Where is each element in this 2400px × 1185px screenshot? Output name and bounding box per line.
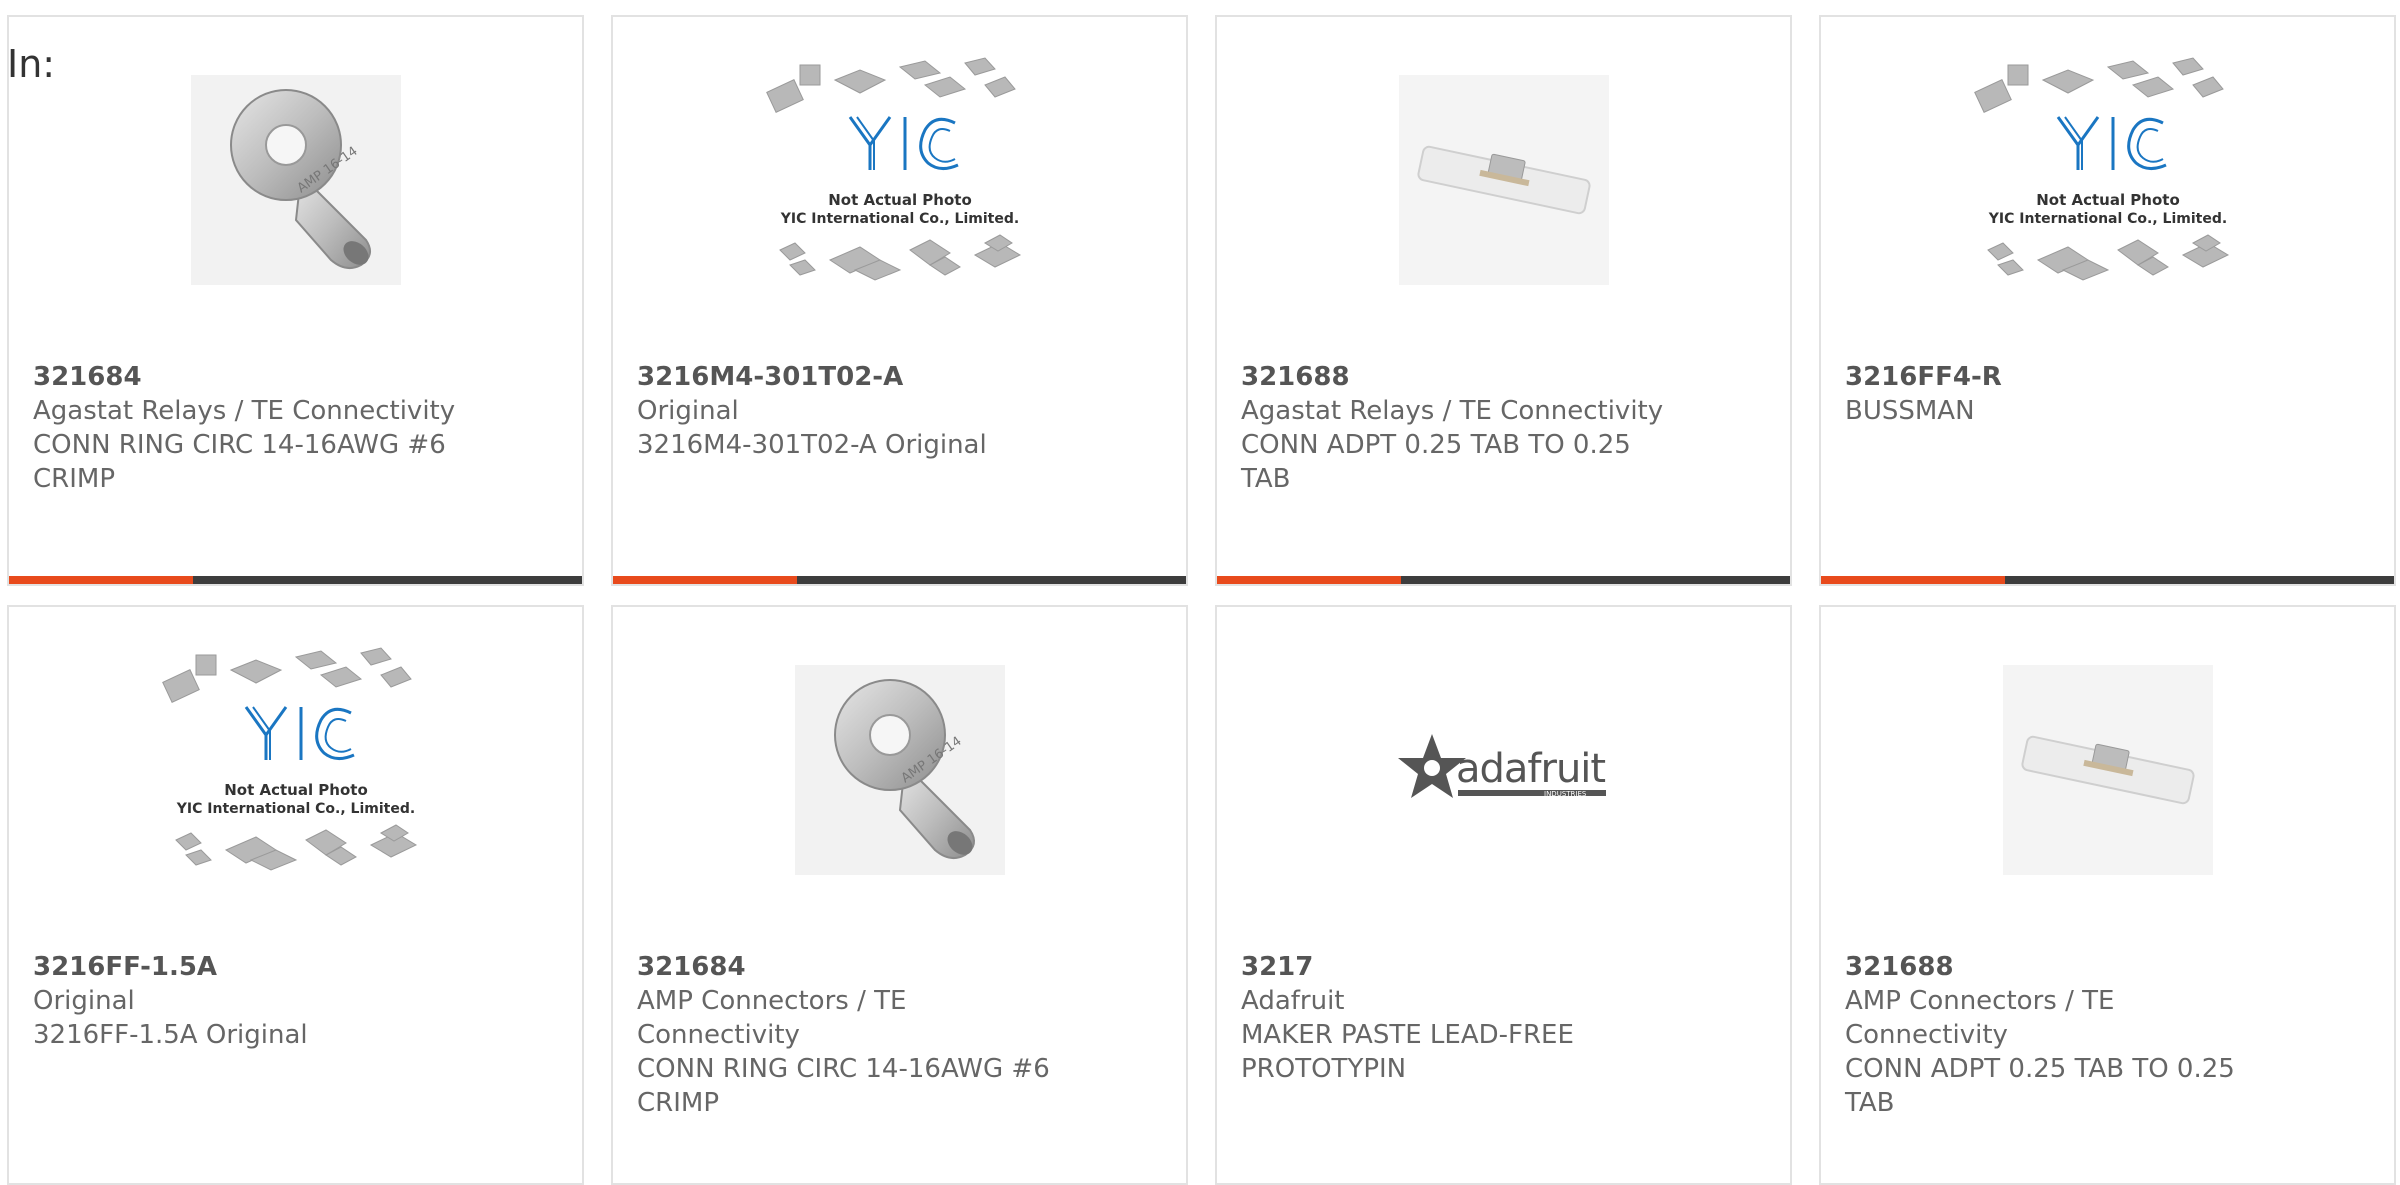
product-info: 3216FF4-R BUSSMAN [1845,360,2285,428]
product-card[interactable]: adafruit INDUSTRIES 3217 Adafruit MAKER PA… [1215,605,1792,1185]
part-number[interactable]: 3216M4-301T02-A [637,360,1077,394]
card-footer-bar [9,576,582,584]
ring-terminal-icon: AMP 16-14 [794,664,1005,875]
product-image[interactable]: Not Actual Photo YIC International Co., … [9,646,582,872]
product-info: 321684 AMP Connectors / TE Connectivity CO… [637,950,1077,1120]
product-info: 321688 Agastat Relays / TE Connectivity CO… [1241,360,1681,496]
placeholder-line2: YIC International Co., Limited. [779,211,1018,227]
part-number[interactable]: 3217 [1241,950,1681,984]
yic-placeholder-icon: Not Actual Photo YIC International Co., … [161,646,417,871]
manufacturer: Adafruit [1241,986,1345,1016]
product-info: 3217 Adafruit MAKER PASTE LEAD-FREE PROTOTY… [1241,950,1681,1086]
description-line: CONN ADPT 0.25 TAB TO 0.25 [1845,1054,2235,1084]
product-image[interactable] [1217,74,1790,285]
tab-adapter-icon [1398,74,1609,285]
description-line: CONN ADPT 0.25 TAB TO 0.25 [1241,430,1631,460]
product-image[interactable]: AMP 16-14 [613,664,1186,875]
product-info: 321688 AMP Connectors / TE Connectivity CO… [1845,950,2285,1120]
description-line: PROTOTYPIN [1241,1054,1407,1084]
description-line: 3216FF-1.5A Original [33,1020,308,1050]
product-image[interactable]: Not Actual Photo YIC International Co., … [613,56,1186,282]
part-number[interactable]: 3216FF4-R [1845,360,2285,394]
card-accent-bar [1217,576,1401,584]
card-accent-bar [613,576,797,584]
manufacturer: AMP Connectors / TE Connectivity [637,986,907,1050]
yic-placeholder-icon: Not Actual Photo YIC International Co., … [765,56,1021,281]
description-line: TAB [1241,464,1291,494]
card-footer-bar [613,576,1186,584]
product-card[interactable]: AMP 16-14 321684 Agastat Relays / TE Conn… [7,15,584,586]
description-line: CRIMP [33,464,115,494]
ring-terminal-icon: AMP 16-14 [190,74,401,285]
product-image[interactable] [1821,664,2394,875]
product-card[interactable]: Not Actual Photo YIC International Co., … [1819,15,2396,586]
product-info: 3216FF-1.5A Original 3216FF-1.5A Original [33,950,473,1052]
brand-text: adafruit [1456,746,1605,792]
part-number[interactable]: 3216FF-1.5A [33,950,473,984]
product-card[interactable]: Not Actual Photo YIC International Co., … [7,605,584,1185]
product-image[interactable]: adafruit INDUSTRIES [1217,667,1790,872]
part-number[interactable]: 321688 [1845,950,2285,984]
product-card[interactable]: AMP 16-14 321684 AMP Connectors / TE Conn… [611,605,1188,1185]
placeholder-line1: Not Actual Photo [2036,191,2180,209]
manufacturer: BUSSMAN [1845,396,1975,426]
manufacturer: Agastat Relays / TE Connectivity [33,396,456,426]
description-line: TAB [1845,1088,1895,1118]
product-info: 321684 Agastat Relays / TE Connectivity CO… [33,360,473,496]
adafruit-logo-icon: adafruit INDUSTRIES [1397,733,1606,798]
manufacturer: Original [637,396,739,426]
part-number[interactable]: 321684 [33,360,473,394]
placeholder-line1: Not Actual Photo [224,781,368,799]
part-number[interactable]: 321688 [1241,360,1681,394]
product-card[interactable]: 321688 AMP Connectors / TE Connectivity CO… [1819,605,2396,1185]
product-card[interactable]: Not Actual Photo YIC International Co., … [611,15,1188,586]
placeholder-line2: YIC International Co., Limited. [1987,211,2226,227]
description-line: 3216M4-301T02-A Original [637,430,987,460]
product-image[interactable]: AMP 16-14 [9,74,582,285]
description-line: CRIMP [637,1088,719,1118]
filter-label: In: [7,42,56,86]
placeholder-line2: YIC International Co., Limited. [175,801,414,817]
card-accent-bar [1821,576,2005,584]
manufacturer: Agastat Relays / TE Connectivity [1241,396,1664,426]
product-image[interactable]: Not Actual Photo YIC International Co., … [1821,56,2394,282]
manufacturer: AMP Connectors / TE Connectivity [1845,986,2115,1050]
description-line: CONN RING CIRC 14-16AWG #6 [33,430,446,460]
product-info: 3216M4-301T02-A Original 3216M4-301T02-A O… [637,360,1077,462]
placeholder-line1: Not Actual Photo [828,191,972,209]
product-card[interactable]: 321688 Agastat Relays / TE Connectivity CO… [1215,15,1792,586]
description-line: CONN RING CIRC 14-16AWG #6 [637,1054,1050,1084]
brand-subtext: INDUSTRIES [1544,790,1587,798]
yic-placeholder-icon: Not Actual Photo YIC International Co., … [1973,56,2229,281]
tab-adapter-icon [2002,664,2213,875]
card-accent-bar [9,576,193,584]
card-footer-bar [1217,576,1790,584]
description-line: MAKER PASTE LEAD-FREE [1241,1020,1574,1050]
part-number[interactable]: 321684 [637,950,1077,984]
card-footer-bar [1821,576,2394,584]
manufacturer: Original [33,986,135,1016]
